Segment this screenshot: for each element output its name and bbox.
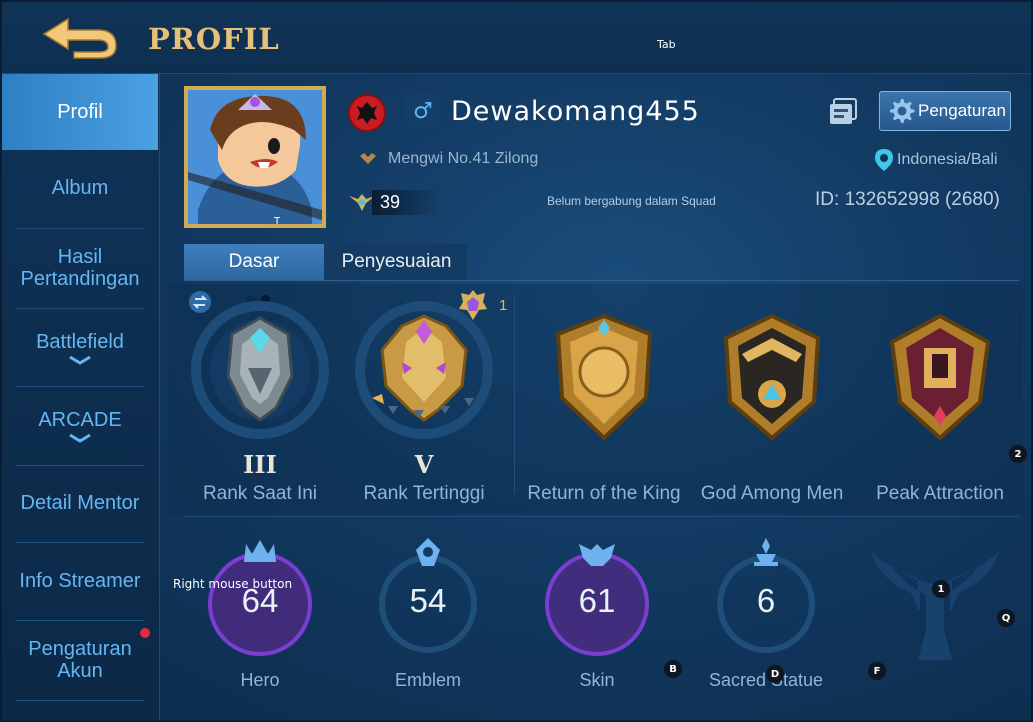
triangle-shield-icon: [723, 313, 821, 441]
stat-skin-value: 61: [578, 582, 616, 619]
tab-penyesuaian[interactable]: Penyesuaian: [326, 244, 467, 280]
username: Dewakomang455: [451, 96, 700, 127]
right-mouse-hint: Right mouse button: [173, 577, 293, 591]
hero-portrait-icon: [188, 90, 322, 224]
achievement-return-of-the-king[interactable]: Return of the King: [522, 298, 686, 508]
sidebar-divider: [16, 700, 144, 701]
lion-shield-icon: [555, 313, 653, 441]
sidebar-item-battlefield[interactable]: Battlefield: [2, 310, 158, 386]
sidebar-item-label: Info Streamer: [19, 570, 141, 592]
sidebar-divider: [16, 542, 144, 543]
tab-dasar[interactable]: Dasar: [184, 244, 324, 280]
sidebar-item-arcade[interactable]: ARCADE: [2, 388, 158, 464]
sidebar-divider: [16, 620, 144, 621]
winged-trophy-icon: [870, 550, 1000, 660]
back-arrow-icon: [42, 17, 117, 59]
male-gender-icon: ♂: [406, 94, 440, 128]
key-hint-badge: Q: [997, 609, 1015, 627]
achievement-label: God Among Men: [700, 483, 844, 504]
section-divider: [184, 516, 1019, 517]
sidebar-divider: [16, 228, 144, 229]
achievement-label: Return of the King: [527, 483, 681, 504]
sidebar-item-profil[interactable]: Profil: [2, 74, 158, 150]
game-frame: PROFIL Tab Profil Album Hasil Pertanding…: [0, 0, 1033, 722]
stat-sacred-statue-value: 6: [756, 582, 776, 619]
stat-skin-label: Skin: [579, 670, 615, 690]
chevron-down-icon: [69, 355, 91, 365]
avatar-key-hint: T: [274, 216, 281, 227]
player-id-label: ID:: [815, 189, 840, 210]
sidebar-item-hasil-pertandingan[interactable]: Hasil Pertandingan: [2, 230, 158, 306]
avatar[interactable]: T: [184, 86, 326, 228]
sidebar-item-album[interactable]: Album: [2, 150, 158, 226]
sidebar-item-label: Pengaturan Akun: [28, 638, 132, 682]
sidebar-item-info-streamer[interactable]: Info Streamer: [2, 544, 158, 618]
key-hint-badge: B: [664, 660, 682, 678]
player-id: ID: 132652998 (2680): [815, 189, 1000, 211]
settings-button[interactable]: Pengaturan: [879, 91, 1011, 131]
squad-status: Belum bergabung dalam Squad: [547, 194, 716, 208]
player-id-value: 132652998: [844, 189, 940, 210]
helmet-shield-icon: [889, 313, 991, 441]
stat-emblem-label: Emblem: [394, 670, 461, 690]
card-icon-button[interactable]: [827, 96, 859, 128]
sidebar-item-label: Hasil Pertandingan: [20, 246, 140, 290]
country-flag-icon: [348, 94, 386, 132]
key-hint-badge: 1: [932, 580, 950, 598]
achievement-peak-attraction[interactable]: Peak Attraction: [858, 298, 1022, 508]
current-rank-label: Rank Saat Ini: [202, 483, 318, 504]
gear-icon: [890, 99, 915, 123]
sidebar-item-label: Album: [51, 177, 109, 199]
key-hint-badge: D: [766, 665, 784, 683]
sidebar-item-label: ARCADE: [38, 409, 122, 431]
rank-crest-icon: [355, 301, 493, 439]
profile-card-icon: [830, 98, 857, 124]
sidebar-divider: [16, 308, 144, 309]
sidebar: Profil Album Hasil Pertandingan Battlefi…: [2, 74, 160, 720]
achievement-label: Peak Attraction: [876, 483, 1004, 504]
achievement-god-among-men[interactable]: God Among Men: [690, 298, 854, 508]
back-button[interactable]: [38, 14, 118, 60]
tab-key-hint: Tab: [657, 38, 676, 51]
level-value: 39: [372, 190, 441, 215]
location-pin-icon: [875, 149, 893, 171]
current-rank-tier: III: [243, 450, 277, 479]
player-id-zone: (2680): [944, 189, 1000, 210]
sidebar-item-pengaturan-akun[interactable]: Pengaturan Akun: [2, 622, 158, 698]
highest-rank-label: Rank Tertinggi: [363, 483, 485, 504]
tab-divider: [184, 280, 1019, 281]
chevron-down-icon: [69, 433, 91, 443]
highest-rank[interactable]: V Rank Tertinggi: [342, 298, 506, 508]
sidebar-item-label: Battlefield: [36, 331, 124, 353]
settings-button-label: Pengaturan: [918, 101, 1006, 120]
player-title: Mengwi No.41 Zilong: [358, 150, 538, 168]
stat-emblem-value: 54: [409, 582, 447, 619]
page-title: PROFIL: [148, 22, 280, 56]
notification-dot: [140, 628, 150, 638]
key-hint-badge: 2: [1009, 445, 1027, 463]
player-level: 39: [348, 190, 441, 215]
location: Indonesia/Bali: [874, 148, 998, 172]
sidebar-item-label: Detail Mentor: [20, 492, 140, 514]
locked-slot: [860, 530, 1010, 670]
stat-hero-label: Hero: [240, 670, 280, 690]
rank-crest-icon: [191, 301, 329, 439]
sidebar-item-detail-mentor[interactable]: Detail Mentor: [2, 466, 158, 540]
highest-rank-tier: V: [414, 450, 434, 479]
top-bar: PROFIL Tab: [2, 2, 1031, 74]
location-text: Indonesia/Bali: [897, 151, 998, 168]
key-hint-badge: F: [868, 662, 886, 680]
sidebar-divider: [16, 386, 144, 387]
title-badge-icon: [360, 153, 376, 164]
player-title-text: Mengwi No.41 Zilong: [388, 150, 539, 167]
rank-divider: [514, 294, 515, 494]
current-rank[interactable]: III Rank Saat Ini: [178, 298, 342, 508]
sidebar-item-label: Profil: [57, 101, 103, 123]
